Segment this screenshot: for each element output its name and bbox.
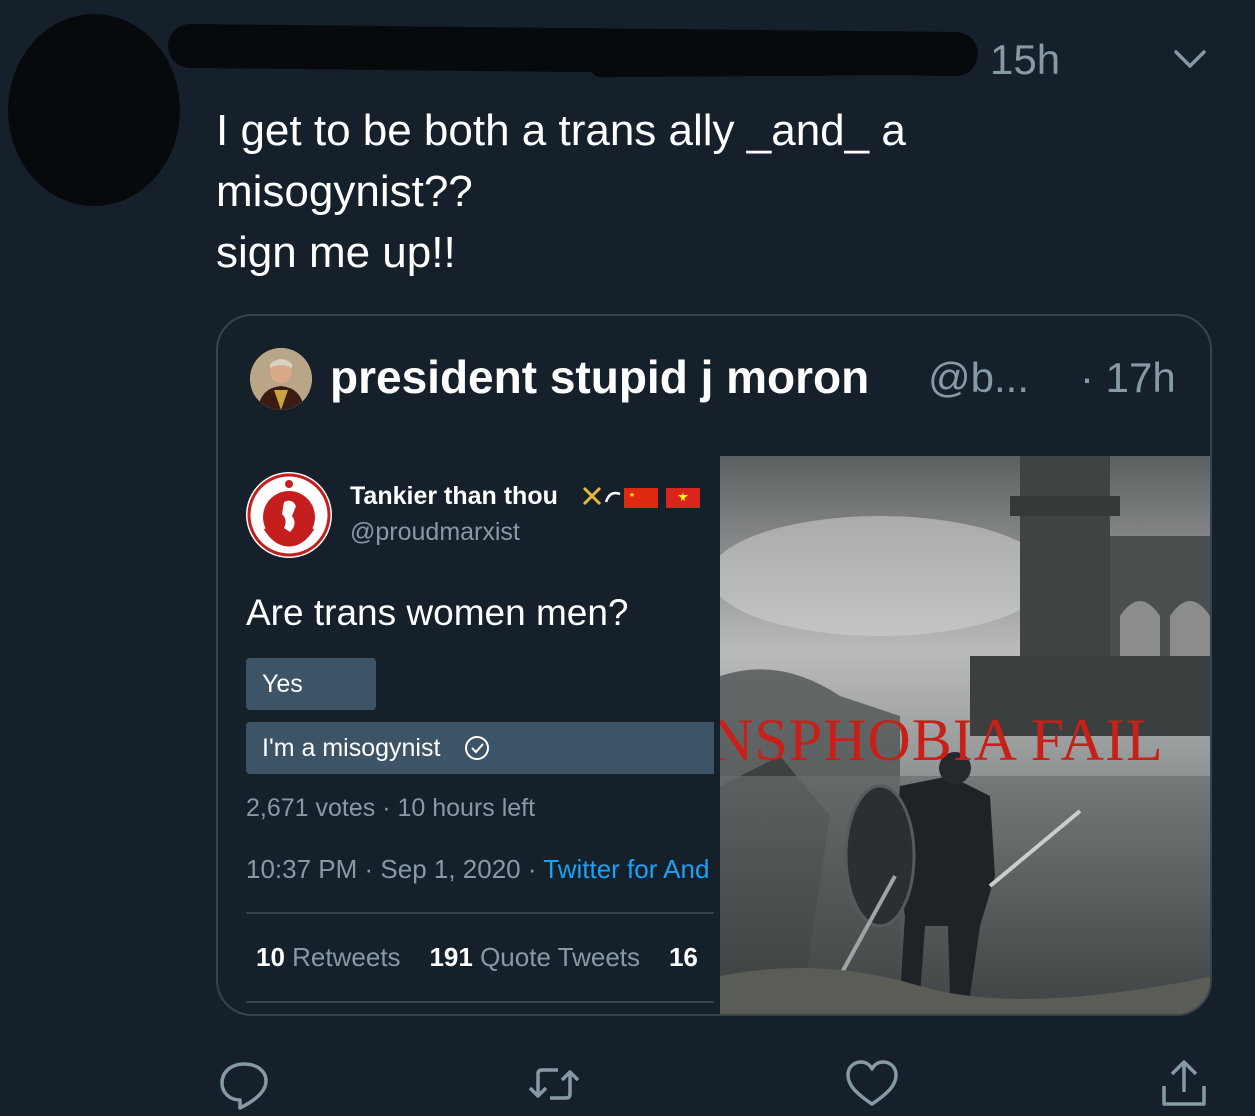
chevron-down-icon[interactable] — [1170, 40, 1210, 80]
redacted-avatar[interactable] — [8, 14, 180, 206]
quoted-user-avatar[interactable] — [250, 348, 312, 410]
quoted-time[interactable]: · 17h — [1080, 354, 1176, 402]
poll-user-avatar — [246, 472, 332, 558]
emblem-icon — [247, 473, 331, 557]
quoted-tweet-card[interactable]: president stupid j moron @b... · 17h Tan… — [216, 314, 1212, 1016]
poll-option-misogynist: I'm a misogynist — [246, 722, 714, 774]
quoted-display-name[interactable]: president stupid j moron — [330, 350, 869, 404]
retweets-label: Retweets — [292, 942, 401, 972]
quotes-label: Quote Tweets — [480, 942, 641, 972]
likes-count: 16 — [668, 942, 698, 972]
game-screenshot-image: NSPHOBIA FAIL — [720, 456, 1210, 1014]
checkmark-circle-icon — [465, 736, 489, 760]
poll-votes: 2,671 votes · 10 hours left — [246, 794, 536, 822]
quoted-handle[interactable]: @b... — [928, 354, 1029, 402]
image-caption: NSPHOBIA FAIL — [720, 707, 1164, 773]
poll-question: Are trans women men? — [246, 592, 629, 633]
flag-emoji-icons — [582, 486, 700, 508]
share-icon[interactable] — [1156, 1056, 1212, 1112]
poll-option-label: Yes — [262, 670, 303, 698]
heart-icon[interactable] — [844, 1056, 900, 1112]
poll-source: Twitter for And — [543, 854, 710, 884]
poll-stats: 10 Retweets 191 Quote Tweets 16 — [256, 942, 698, 973]
poll-option-yes: Yes — [246, 658, 376, 710]
poll-screenshot: Tankier than thou @proudmarxist Are tran… — [218, 456, 714, 1014]
tweet-text: I get to be both a trans ally _and_ a mi… — [216, 106, 906, 277]
poll-option-label: I'm a misogynist — [262, 734, 441, 762]
poll-display-name: Tankier than thou — [350, 482, 558, 510]
poll-date-line: 10:37 PM · Sep 1, 2020 · Twitter for And — [246, 854, 709, 885]
tweet-timestamp[interactable]: 15h — [990, 36, 1060, 84]
person-avatar-icon — [250, 348, 312, 410]
retweet-icon[interactable] — [526, 1056, 582, 1112]
poll-date: 10:37 PM · Sep 1, 2020 · — [246, 854, 544, 884]
quotes-count: 191 — [429, 942, 473, 972]
retweets-count: 10 — [256, 942, 285, 972]
redacted-name-extension — [589, 52, 971, 78]
quoted-media[interactable]: Tankier than thou @proudmarxist Are tran… — [218, 456, 1210, 1014]
reply-icon[interactable] — [216, 1056, 272, 1112]
divider — [246, 1001, 714, 1003]
divider — [246, 912, 714, 914]
poll-handle: @proudmarxist — [350, 518, 520, 546]
